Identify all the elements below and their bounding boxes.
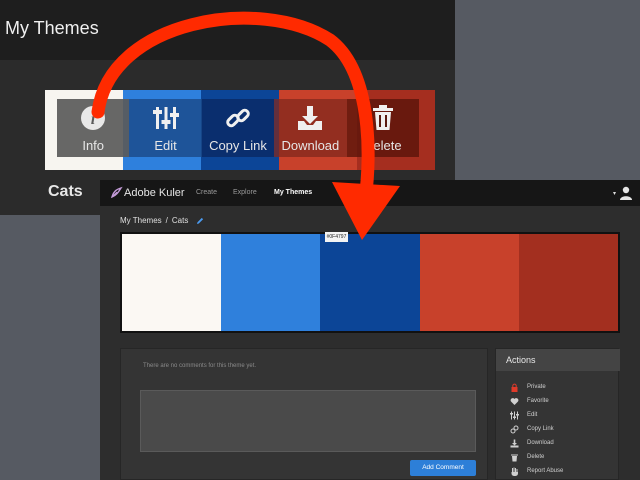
action-label: Copy Link	[527, 426, 554, 432]
comments-panel: There are no comments for this theme yet…	[120, 348, 488, 480]
kuler-window: Adobe Kuler Create Explore My Themes ▾ M…	[100, 180, 640, 480]
download-button[interactable]: Download	[274, 99, 347, 157]
edit-button[interactable]: Edit	[129, 99, 202, 157]
download-icon	[510, 439, 519, 447]
action-private[interactable]: Private	[510, 381, 546, 393]
action-edit[interactable]: Edit	[510, 409, 537, 421]
kuler-topbar: Adobe Kuler Create Explore My Themes ▾	[100, 180, 640, 206]
my-themes-header: My Themes	[0, 0, 455, 60]
download-icon	[298, 106, 323, 130]
user-menu[interactable]: ▾	[613, 186, 637, 200]
hex-tooltip: #0F4797	[325, 232, 348, 242]
add-comment-button[interactable]: Add Comment	[410, 460, 476, 476]
actions-title: Actions	[496, 349, 620, 371]
caret-down-icon: ▾	[613, 191, 617, 197]
color-palette	[120, 232, 620, 333]
action-label: Edit	[527, 412, 538, 418]
pencil-icon[interactable]	[196, 217, 204, 225]
action-copy-link[interactable]: Copy Link	[510, 423, 554, 435]
trash-icon	[372, 105, 393, 130]
swatch-2[interactable]	[221, 234, 321, 331]
edit-label: Edit	[154, 138, 177, 153]
lock-icon	[511, 383, 518, 392]
delete-label: Delete	[363, 138, 402, 153]
swatch-3[interactable]	[320, 234, 420, 331]
theme-hover-toolbar: i Info Edit Copy Link Download Delete	[57, 99, 419, 157]
sliders-icon	[152, 107, 179, 129]
breadcrumb: My Themes / Cats	[120, 216, 204, 225]
breadcrumb-separator: /	[165, 216, 168, 225]
breadcrumb-parent[interactable]: My Themes	[120, 216, 162, 225]
comment-textarea[interactable]	[140, 390, 476, 452]
user-icon	[620, 186, 632, 200]
kuler-brand[interactable]: Adobe Kuler	[124, 187, 185, 199]
action-label: Report Abuse	[527, 468, 564, 474]
delete-button[interactable]: Delete	[346, 99, 419, 157]
svg-text:i: i	[91, 111, 96, 128]
action-label: Private	[527, 384, 546, 390]
info-button[interactable]: i Info	[57, 99, 130, 157]
download-label: Download	[281, 138, 340, 153]
trash-icon	[511, 454, 518, 461]
nav-create[interactable]: Create	[196, 189, 217, 196]
sliders-icon	[510, 411, 519, 419]
link-icon	[226, 108, 250, 128]
info-label: Info	[82, 138, 105, 153]
swatch-5[interactable]	[518, 234, 619, 331]
swatch-4[interactable]	[419, 234, 519, 331]
copy-link-button[interactable]: Copy Link	[201, 99, 275, 157]
action-download[interactable]: Download	[510, 437, 554, 449]
breadcrumb-current: Cats	[171, 216, 189, 225]
kuler-logo-icon[interactable]	[109, 186, 123, 200]
copy-link-label: Copy Link	[209, 138, 267, 153]
action-report-abuse[interactable]: Report Abuse	[510, 465, 563, 477]
link-icon	[510, 425, 519, 433]
info-icon: i	[81, 106, 106, 130]
action-delete[interactable]: Delete	[510, 451, 544, 463]
actions-panel: Actions Private Favorite Edit Copy Link …	[495, 348, 620, 480]
action-label: Delete	[527, 454, 545, 460]
swatch-1[interactable]	[122, 234, 222, 331]
no-comments-text: There are no comments for this theme yet…	[143, 363, 257, 369]
nav-my-themes[interactable]: My Themes	[274, 189, 312, 196]
action-label: Favorite	[527, 398, 549, 404]
nav-explore[interactable]: Explore	[233, 189, 257, 196]
hand-icon	[511, 467, 518, 476]
theme-name: Cats	[48, 183, 83, 200]
action-favorite[interactable]: Favorite	[510, 395, 549, 407]
page-title: My Themes	[5, 18, 99, 38]
action-label: Download	[527, 440, 554, 446]
heart-icon	[510, 397, 519, 405]
